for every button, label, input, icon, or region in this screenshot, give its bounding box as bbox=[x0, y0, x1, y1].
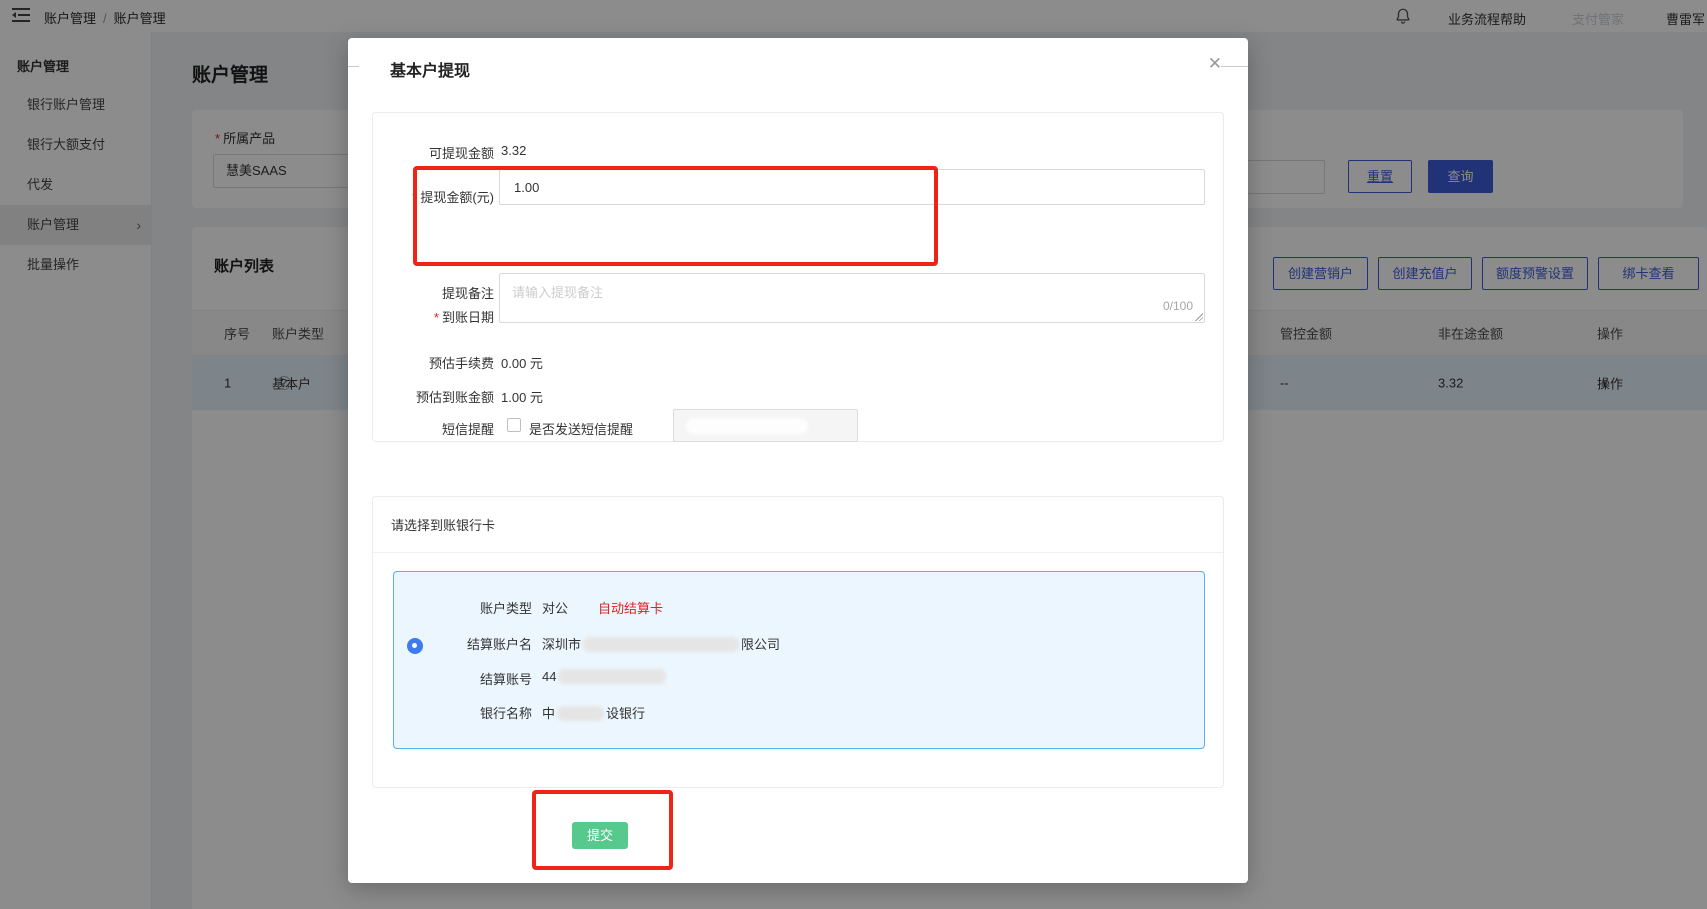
header-right-rule bbox=[1221, 66, 1248, 67]
estimated-fee-value: 0.00 元 bbox=[501, 353, 543, 372]
withdraw-amount-label: *提现金额(元) bbox=[373, 187, 494, 206]
char-counter: 0/100 bbox=[1163, 299, 1193, 313]
settlement-account-name-label: 结算账户名 bbox=[394, 634, 532, 653]
bank-card-option[interactable]: 账户类型 对公 自动结算卡 结算账户名 深圳市限公司 结算账号 44 银行名称 … bbox=[393, 571, 1205, 749]
masked-value bbox=[583, 637, 739, 652]
arrival-date-label: *到账日期 bbox=[373, 307, 494, 326]
bank-card-section: 请选择到账银行卡 账户类型 对公 自动结算卡 结算账户名 深圳市限公司 结算账号… bbox=[372, 496, 1224, 788]
withdraw-modal: 基本户提现 ✕ 可提现金额 3.32 *提现金额(元) *到账日期 下一自然日2… bbox=[348, 38, 1248, 883]
account-type-value: 对公 bbox=[542, 598, 568, 617]
settlement-account-number-value: 44 bbox=[542, 669, 668, 684]
estimated-arrival-label: 预估到账金额 bbox=[373, 387, 494, 406]
withdraw-form-card: 可提现金额 3.32 *提现金额(元) *到账日期 下一自然日24:00前(D1… bbox=[372, 112, 1224, 442]
account-type-label: 账户类型 bbox=[394, 598, 532, 617]
estimated-fee-label: 预估手续费 bbox=[373, 353, 494, 372]
submit-button[interactable]: 提交 bbox=[572, 822, 628, 849]
available-amount-value: 3.32 bbox=[501, 143, 526, 158]
header-left-rule bbox=[348, 66, 359, 67]
settlement-account-number-label: 结算账号 bbox=[394, 669, 532, 688]
settlement-account-name-value: 深圳市限公司 bbox=[542, 634, 780, 653]
phone-masked-input bbox=[673, 409, 858, 442]
available-amount-label: 可提现金额 bbox=[373, 143, 494, 162]
sms-checkbox-label[interactable]: 是否发送短信提醒 bbox=[529, 419, 633, 438]
bank-section-title: 请选择到账银行卡 bbox=[391, 515, 495, 534]
required-mark: * bbox=[434, 310, 439, 325]
remark-label: 提现备注 bbox=[373, 283, 494, 302]
required-mark: * bbox=[412, 190, 417, 205]
sms-remind-label: 短信提醒 bbox=[373, 419, 494, 438]
resize-handle-icon[interactable] bbox=[1194, 312, 1203, 321]
masked-value bbox=[557, 706, 604, 721]
bank-section-header: 请选择到账银行卡 bbox=[373, 497, 1223, 553]
remark-textarea-wrap: 0/100 bbox=[499, 273, 1205, 323]
withdraw-amount-input[interactable] bbox=[499, 169, 1205, 205]
bank-name-value: 中设银行 bbox=[542, 703, 645, 722]
masked-value bbox=[686, 418, 808, 434]
masked-value bbox=[558, 669, 666, 684]
estimated-arrival-value: 1.00 元 bbox=[501, 387, 543, 406]
bank-name-label: 银行名称 bbox=[394, 703, 532, 722]
modal-header: 基本户提现 ✕ bbox=[348, 38, 1248, 94]
auto-settlement-tag: 自动结算卡 bbox=[598, 598, 663, 617]
remark-textarea[interactable] bbox=[499, 273, 1205, 323]
sms-checkbox[interactable] bbox=[507, 418, 521, 432]
close-icon[interactable]: ✕ bbox=[1208, 55, 1222, 72]
modal-title: 基本户提现 bbox=[390, 57, 470, 81]
